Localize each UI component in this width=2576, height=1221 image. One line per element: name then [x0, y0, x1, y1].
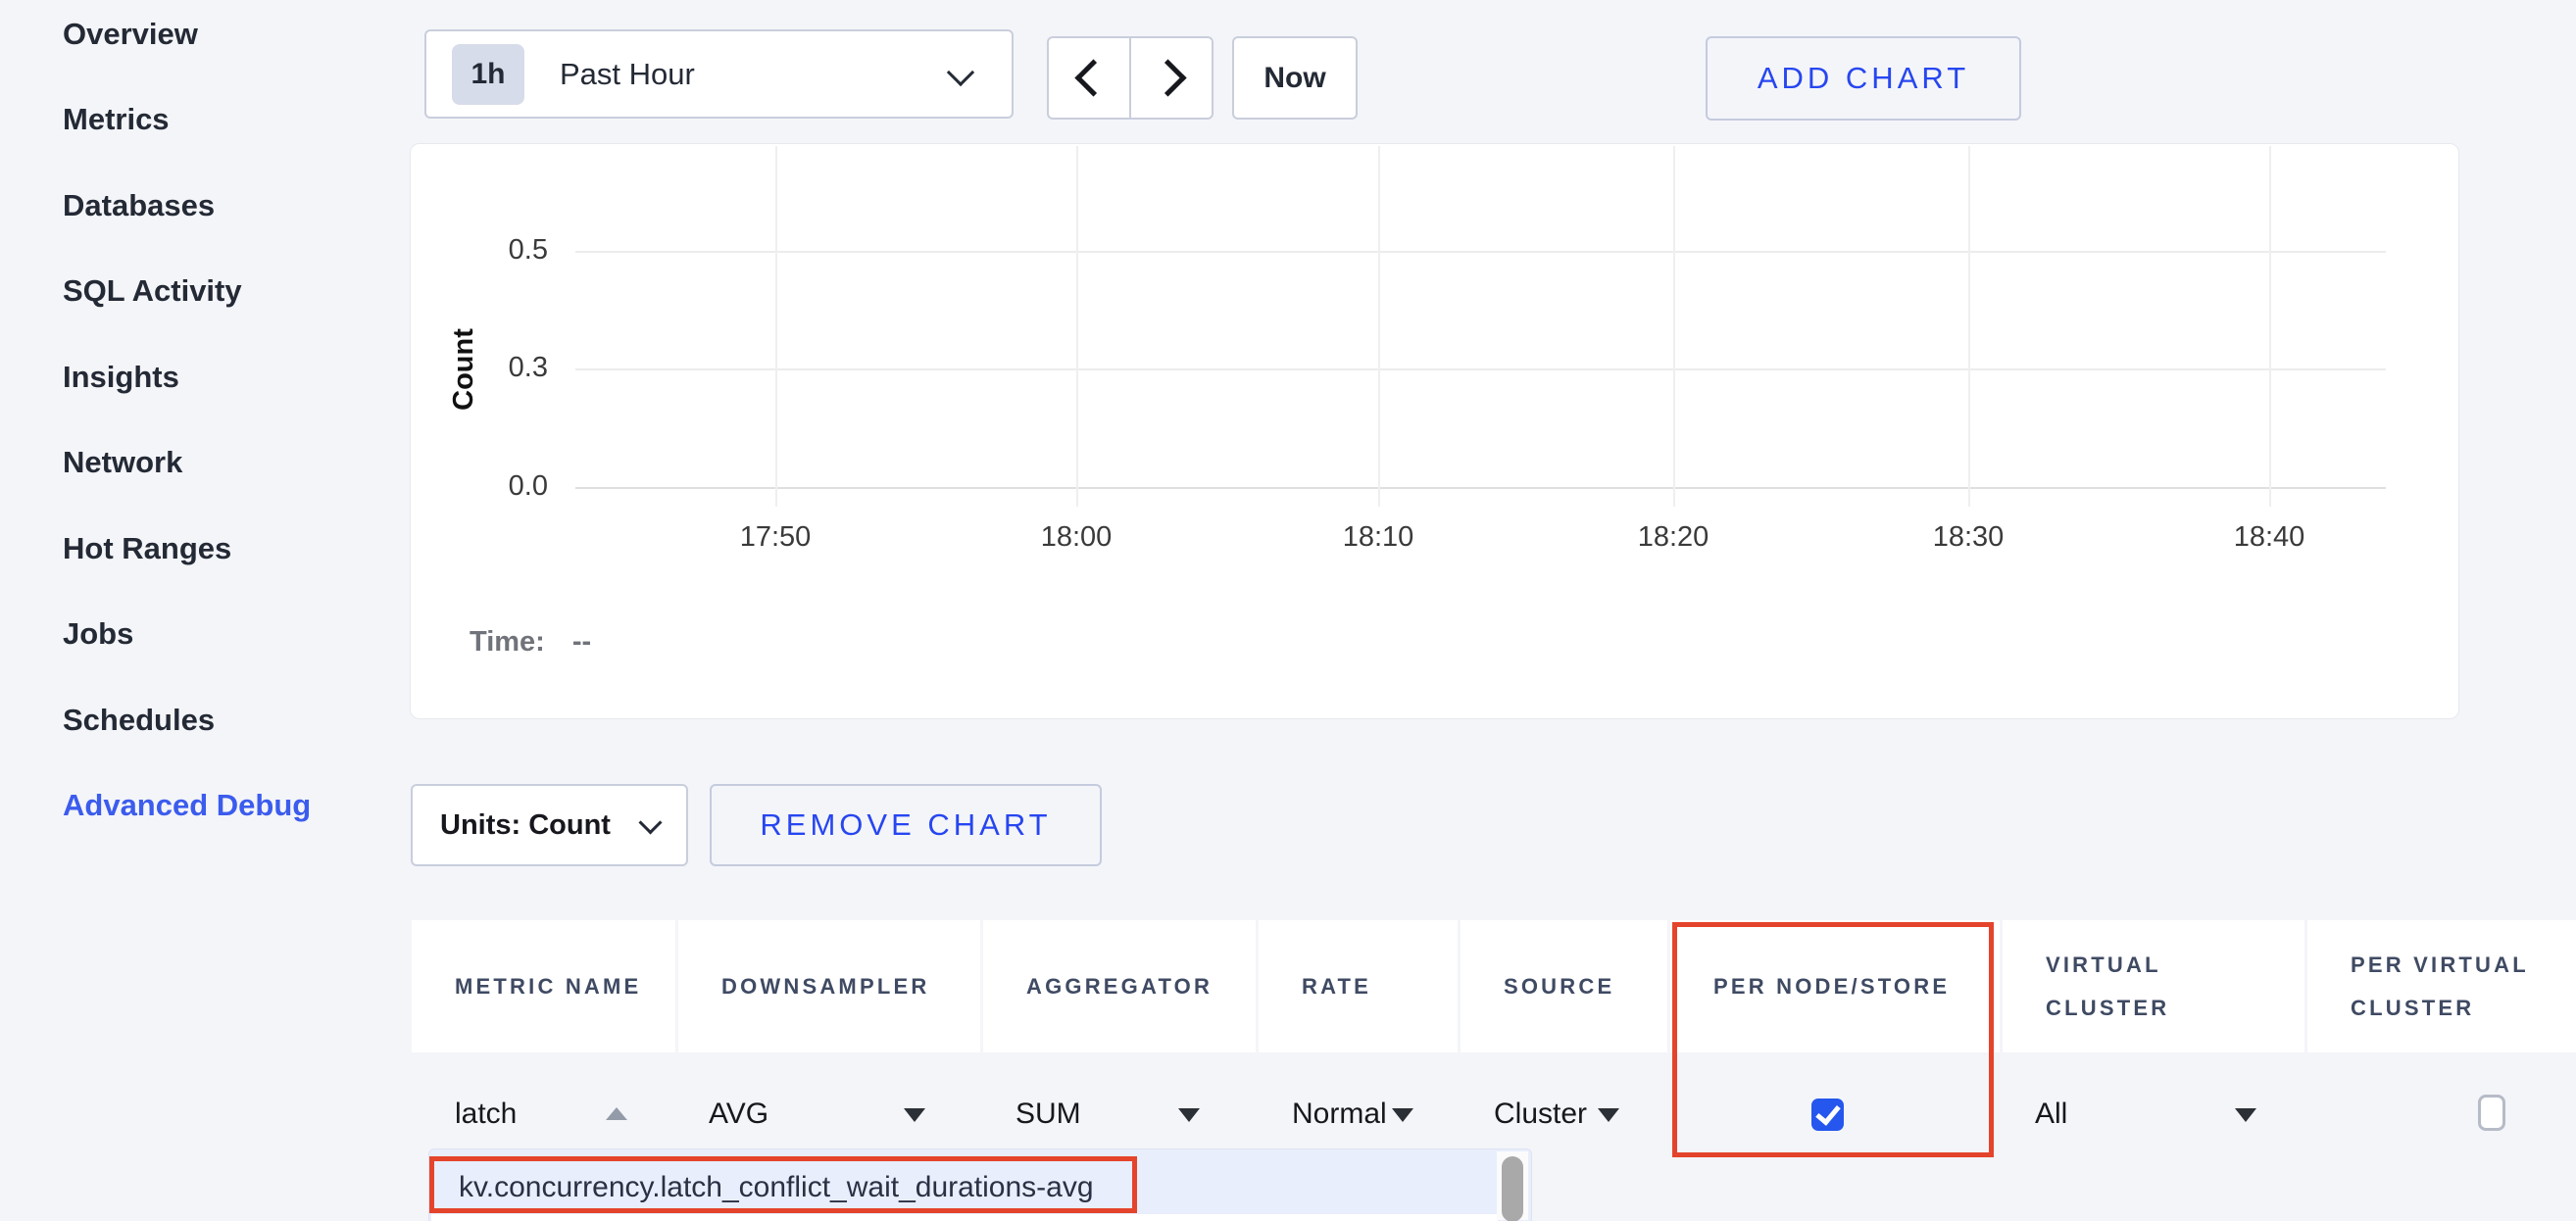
- gridline: [1378, 146, 1380, 507]
- y-tick-label: 0.0: [450, 470, 548, 503]
- chevron-left-icon: [1074, 59, 1112, 96]
- autocomplete-next-row: [431, 1214, 1498, 1221]
- x-tick-label: 17:50: [707, 521, 844, 554]
- y-tick-label: 0.3: [450, 352, 548, 384]
- sidebar-item-schedules[interactable]: Schedules: [63, 677, 396, 763]
- sidebar-item-sql-activity[interactable]: SQL Activity: [63, 249, 396, 335]
- per-virtual-cluster-checkbox[interactable]: [2478, 1095, 2505, 1131]
- chevron-down-icon[interactable]: [1598, 1108, 1619, 1122]
- hover-time-value: --: [572, 626, 591, 658]
- sidebar-item-advanced-debug[interactable]: Advanced Debug: [63, 763, 396, 850]
- chevron-down-icon: [947, 59, 974, 86]
- gridline: [1076, 146, 1078, 507]
- dropdown-scrollbar-thumb[interactable]: [1502, 1156, 1523, 1221]
- x-tick-label: 18:10: [1310, 521, 1447, 554]
- header-per-node-store: PER NODE/STORE: [1670, 920, 2000, 1052]
- hover-time-readout: Time: --: [470, 626, 591, 659]
- sidebar-item-metrics[interactable]: Metrics: [63, 77, 396, 164]
- units-dropdown-label: Units: Count: [440, 809, 611, 842]
- chevron-down-icon[interactable]: [1392, 1108, 1413, 1122]
- per-node-store-checkbox[interactable]: [1811, 1099, 1844, 1131]
- sidebar-item-databases[interactable]: Databases: [63, 163, 396, 249]
- chevron-down-icon: [638, 810, 662, 834]
- metric-name-input[interactable]: latch: [455, 1098, 517, 1131]
- gridline: [575, 368, 2386, 370]
- add-chart-button[interactable]: ADD CHART: [1706, 36, 2021, 121]
- metric-autocomplete-dropdown: kv.concurrency.latch_conflict_wait_durat…: [428, 1148, 1532, 1221]
- virtual-cluster-select[interactable]: All: [2035, 1098, 2067, 1131]
- header-rate: RATE: [1259, 920, 1458, 1052]
- time-range-badge: 1h: [452, 44, 524, 105]
- advanced-debug-custom-chart-page: Overview Metrics Databases SQL Activity …: [0, 0, 2576, 1221]
- aggregator-select[interactable]: SUM: [1016, 1098, 1081, 1131]
- x-tick-label: 18:00: [1008, 521, 1145, 554]
- source-select[interactable]: Cluster: [1494, 1098, 1587, 1131]
- gridline: [1968, 146, 1970, 507]
- downsampler-select[interactable]: AVG: [709, 1098, 768, 1131]
- header-aggregator: AGGREGATOR: [983, 920, 1256, 1052]
- gridline: [2269, 146, 2271, 507]
- previous-time-button[interactable]: [1047, 36, 1131, 120]
- chevron-right-icon: [1149, 59, 1186, 96]
- header-per-virtual-cluster: PER VIRTUAL CLUSTER: [2307, 920, 2576, 1052]
- gridline: [775, 146, 777, 507]
- sidebar-nav: Overview Metrics Databases SQL Activity …: [63, 0, 396, 849]
- chevron-down-icon[interactable]: [904, 1108, 925, 1122]
- chevron-down-icon[interactable]: [1178, 1108, 1200, 1122]
- gridline: [1673, 146, 1675, 507]
- hover-time-label: Time:: [470, 626, 545, 658]
- x-tick-label: 18:40: [2201, 521, 2338, 554]
- custom-chart-card: Count 0.5 0.3 0.0 17:50 18:00 18:10 18:2…: [410, 143, 2459, 719]
- y-tick-label: 0.5: [450, 234, 548, 267]
- header-metric-name: METRIC NAME: [412, 920, 675, 1052]
- next-time-button[interactable]: [1129, 36, 1214, 120]
- autocomplete-suggestion[interactable]: kv.concurrency.latch_conflict_wait_durat…: [459, 1171, 1094, 1204]
- header-source: SOURCE: [1461, 920, 1667, 1052]
- now-button[interactable]: Now: [1232, 36, 1358, 120]
- sort-up-icon[interactable]: [606, 1107, 627, 1120]
- header-downsampler: DOWNSAMPLER: [678, 920, 980, 1052]
- x-tick-label: 18:20: [1605, 521, 1742, 554]
- gridline: [575, 251, 2386, 253]
- sidebar-item-jobs[interactable]: Jobs: [63, 592, 396, 678]
- sidebar-item-overview[interactable]: Overview: [63, 0, 396, 77]
- checkmark-icon: [1815, 1099, 1841, 1126]
- chevron-down-icon[interactable]: [2235, 1108, 2256, 1122]
- sidebar-item-insights[interactable]: Insights: [63, 334, 396, 420]
- time-range-label: Past Hour: [560, 57, 695, 92]
- rate-select[interactable]: Normal: [1292, 1098, 1387, 1131]
- sidebar-item-hot-ranges[interactable]: Hot Ranges: [63, 506, 396, 592]
- x-axis-line: [575, 487, 2386, 489]
- remove-chart-button[interactable]: REMOVE CHART: [710, 784, 1102, 866]
- time-range-selector[interactable]: 1h Past Hour: [424, 29, 1014, 119]
- header-virtual-cluster: VIRTUAL CLUSTER: [2003, 920, 2304, 1052]
- sidebar-item-network[interactable]: Network: [63, 420, 396, 507]
- time-pager: [1047, 36, 1214, 120]
- x-tick-label: 18:30: [1900, 521, 2037, 554]
- units-dropdown[interactable]: Units: Count: [411, 784, 688, 866]
